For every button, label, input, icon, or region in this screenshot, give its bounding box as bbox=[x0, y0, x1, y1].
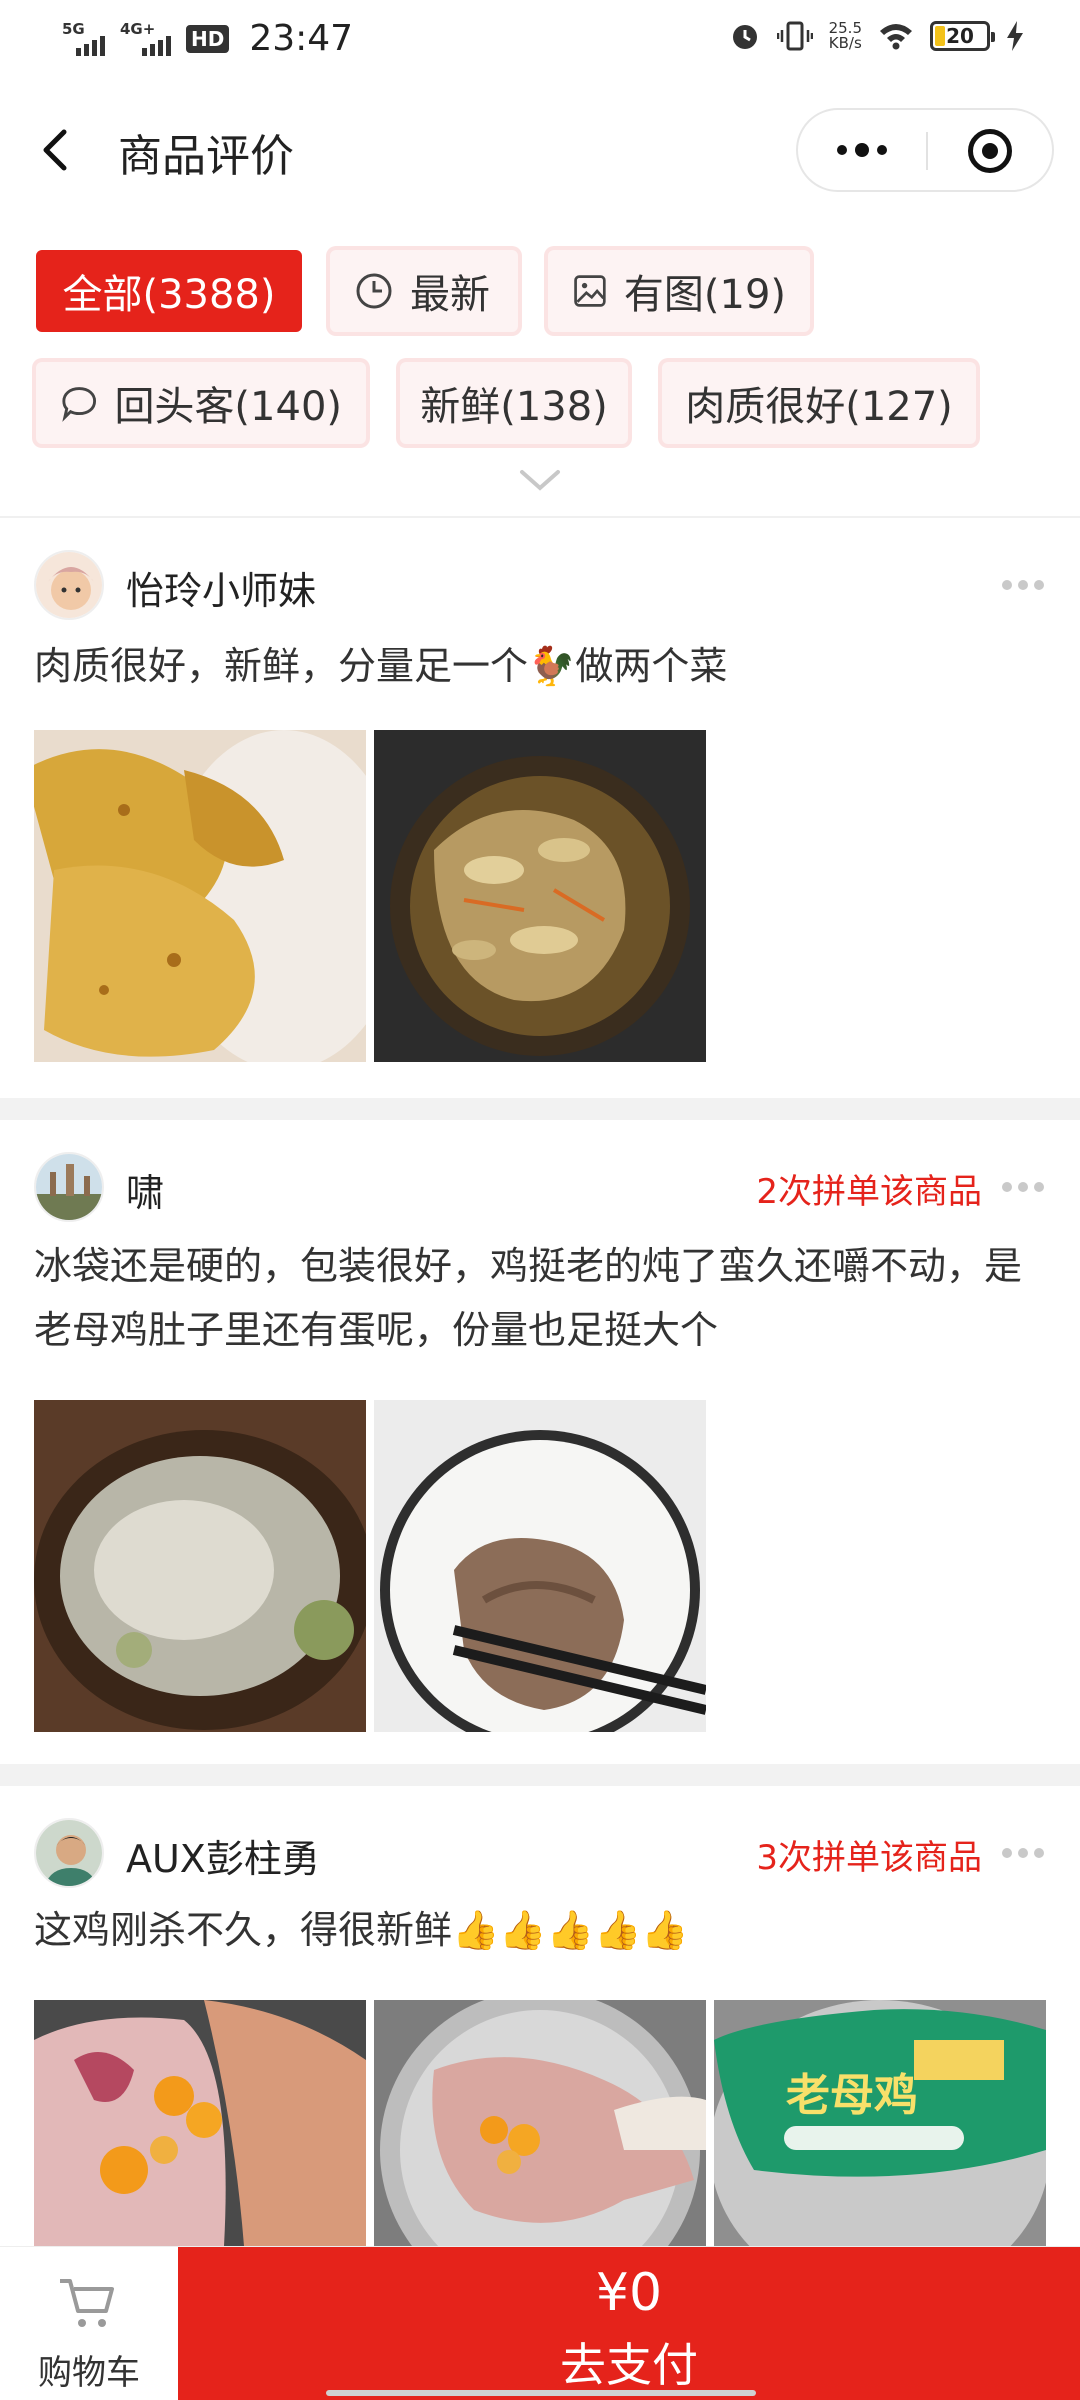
cart-button[interactable]: 购物车 bbox=[0, 2247, 178, 2400]
vibrate-icon bbox=[776, 21, 813, 51]
chat-icon bbox=[62, 387, 97, 422]
roast-chicken-photo bbox=[34, 730, 366, 1062]
network-speed: 25.5 KB/s bbox=[828, 19, 862, 52]
clay-pot-soup-photo bbox=[34, 1400, 366, 1732]
status-time: 23:47 bbox=[249, 18, 354, 59]
home-indicator[interactable] bbox=[326, 2390, 756, 2396]
repeat-purchase-badge: 2次拼单该商品 bbox=[756, 1172, 982, 1212]
signal-5g-icon: 5G bbox=[62, 19, 106, 56]
repeat-purchase-badge: 3次拼单该商品 bbox=[756, 1838, 982, 1878]
review-text: 肉质很好，新鲜，分量足一个🐓做两个菜 bbox=[34, 644, 728, 688]
section-separator bbox=[0, 1764, 1080, 1786]
review-photo[interactable]: 老母鸡 bbox=[714, 2000, 1046, 2246]
back-arrow-icon[interactable] bbox=[36, 120, 76, 180]
avatar[interactable] bbox=[34, 1152, 104, 1222]
cart-label: 购物车 bbox=[38, 2353, 140, 2393]
mushroom-soup-photo bbox=[374, 730, 706, 1062]
status-bar: 5G 4G+ HD 23:47 25.5 KB/s 20 bbox=[0, 0, 1080, 80]
network-type-5g: 5G bbox=[62, 19, 85, 38]
charging-icon bbox=[1007, 21, 1023, 51]
packaged-chicken-photo: 老母鸡 bbox=[714, 2000, 1046, 2246]
filter-with-images[interactable]: 有图(19) bbox=[548, 250, 810, 332]
review-photo[interactable] bbox=[34, 2000, 366, 2246]
review-photo[interactable] bbox=[34, 1400, 366, 1732]
filter-fresh[interactable]: 新鲜(138) bbox=[400, 362, 628, 444]
total-price: ¥0 bbox=[595, 2263, 663, 2323]
divider bbox=[0, 516, 1080, 518]
wifi-icon bbox=[880, 24, 912, 50]
raw-chicken-eggs-photo bbox=[34, 2000, 366, 2246]
reviewer-name: 怡玲小师妹 bbox=[126, 569, 317, 613]
filter-returning-customers[interactable]: 回头客(140) bbox=[36, 362, 366, 444]
battery-icon: 20 bbox=[930, 21, 995, 51]
miniprogram-capsule bbox=[796, 108, 1054, 192]
clock-icon bbox=[356, 273, 392, 309]
chicken-bowl-photo bbox=[374, 1400, 706, 1732]
review-filter-tags: 全部(3388) 最新 有图(19) 回头客(140) 新鲜(138) 肉质很好… bbox=[0, 220, 1080, 520]
review-item: AUX彭柱勇 3次拼单该商品 这鸡刚杀不久，得很新鲜👍👍👍👍👍 老母鸡 bbox=[0, 1786, 1080, 2246]
review-photo[interactable] bbox=[374, 730, 706, 1062]
section-separator bbox=[0, 1098, 1080, 1120]
shopping-cart-icon bbox=[60, 2279, 114, 2327]
pay-label: 去支付 bbox=[560, 2338, 698, 2392]
pay-button[interactable]: ¥0 去支付 bbox=[178, 2247, 1080, 2400]
more-dots-icon[interactable] bbox=[1002, 578, 1046, 592]
page-title: 商品评价 bbox=[118, 131, 294, 182]
hd-voice-icon: HD bbox=[186, 24, 230, 53]
bottom-action-bar: 购物车 ¥0 去支付 bbox=[0, 2246, 1080, 2400]
package-label: 老母鸡 bbox=[786, 2070, 918, 2121]
chicken-pot-photo bbox=[374, 2000, 706, 2246]
alarm-icon bbox=[732, 25, 757, 49]
more-dots-icon[interactable] bbox=[1002, 1180, 1046, 1194]
filter-all[interactable]: 全部(3388) bbox=[36, 250, 302, 332]
chevron-down-icon[interactable] bbox=[516, 460, 564, 500]
review-photo[interactable] bbox=[374, 1400, 706, 1732]
review-text: 这鸡刚杀不久，得很新鲜👍👍👍👍👍 bbox=[34, 1908, 689, 1952]
filter-good-meat[interactable]: 肉质很好(127) bbox=[662, 362, 976, 444]
signal-4g-icon: 4G+ bbox=[120, 19, 172, 56]
review-item: 啸 2次拼单该商品 冰袋还是硬的，包装很好，鸡挺老的炖了蛮久还嚼不动，是老母鸡肚… bbox=[0, 1120, 1080, 1774]
image-icon bbox=[574, 275, 606, 307]
close-miniprogram-icon[interactable] bbox=[968, 129, 1012, 173]
review-photo[interactable] bbox=[374, 2000, 706, 2246]
review-text: 冰袋还是硬的，包装很好，鸡挺老的炖了蛮久还嚼不动，是老母鸡肚子里还有蛋呢，份量也… bbox=[34, 1244, 1023, 1352]
reviewer-name: AUX彭柱勇 bbox=[126, 1837, 320, 1881]
review-item: 怡玲小师妹 肉质很好，新鲜，分量足一个🐓做两个菜 bbox=[0, 520, 1080, 1098]
more-options-button[interactable] bbox=[798, 110, 926, 190]
reviewer-name: 啸 bbox=[126, 1171, 165, 1215]
navigation-bar: 商品评价 bbox=[0, 80, 1080, 220]
avatar[interactable] bbox=[34, 1818, 104, 1888]
filter-latest[interactable]: 最新 bbox=[330, 250, 518, 332]
network-type-4g: 4G+ bbox=[120, 19, 156, 38]
avatar[interactable] bbox=[34, 550, 104, 620]
review-photo[interactable] bbox=[34, 730, 366, 1062]
more-dots-icon[interactable] bbox=[1002, 1846, 1046, 1860]
